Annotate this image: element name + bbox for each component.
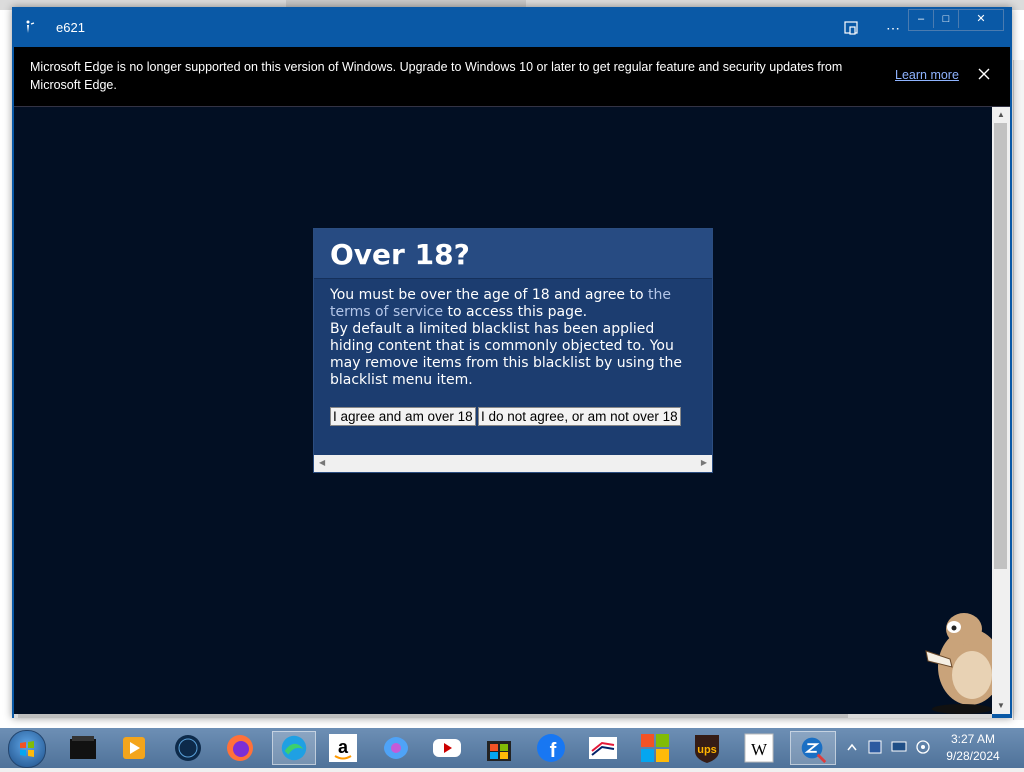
- taskbar: a f ups W 3:27 AM 9/28/2024: [0, 728, 1024, 768]
- start-button[interactable]: [8, 730, 46, 768]
- background-scrollbar: [1013, 60, 1024, 720]
- age-verification-dialog: Over 18? You must be over the age of 18 …: [313, 228, 713, 473]
- edge-icon[interactable]: [272, 731, 316, 765]
- maximize-button[interactable]: □: [934, 10, 959, 28]
- e621-app-icon[interactable]: [790, 731, 836, 765]
- firefox-icon[interactable]: [223, 731, 257, 765]
- web-page-content: Over 18? You must be over the age of 18 …: [14, 107, 992, 714]
- scroll-up-icon[interactable]: ▲: [997, 110, 1005, 119]
- infobar-message: Microsoft Edge is no longer supported on…: [30, 60, 843, 92]
- agree-button[interactable]: I agree and am over 18: [330, 407, 476, 426]
- mascot-reading-book-image: [925, 613, 992, 714]
- horizontal-scroll-thumb[interactable]: [18, 714, 848, 718]
- svg-text:f: f: [550, 740, 557, 762]
- cast-icon[interactable]: [842, 19, 860, 37]
- unsupported-os-infobar: Microsoft Edge is no longer supported on…: [14, 47, 1010, 107]
- facebook-icon[interactable]: f: [534, 731, 568, 765]
- clock[interactable]: 3:27 AM 9/28/2024: [928, 731, 1018, 765]
- svg-text:a: a: [338, 737, 349, 757]
- scroll-left-icon[interactable]: ◀: [319, 458, 325, 467]
- media-player-icon[interactable]: [117, 731, 151, 765]
- caption-buttons: – □ ✕: [908, 9, 1004, 31]
- globe-app-icon[interactable]: [171, 731, 205, 765]
- minimize-button[interactable]: –: [909, 10, 934, 28]
- dialog-title: Over 18?: [330, 238, 470, 271]
- clock-date: 9/28/2024: [946, 749, 1000, 763]
- bank-of-america-icon[interactable]: [586, 731, 620, 765]
- amazon-icon[interactable]: a: [326, 731, 360, 765]
- svg-text:W: W: [751, 740, 768, 759]
- terminal-app-icon[interactable]: [66, 731, 100, 765]
- scroll-down-icon[interactable]: ▼: [997, 701, 1005, 710]
- disagree-button[interactable]: I do not agree, or am not over 18: [478, 407, 681, 426]
- youtube-icon[interactable]: [430, 731, 464, 765]
- app-settings-icon[interactable]: [22, 19, 38, 35]
- ups-icon[interactable]: ups: [690, 731, 724, 765]
- show-hidden-icons-icon[interactable]: [846, 740, 858, 756]
- vertical-scroll-thumb[interactable]: [994, 123, 1007, 569]
- dialog-horizontal-scrollbar[interactable]: ◀ ▶: [314, 455, 712, 472]
- more-options-icon[interactable]: ⋯: [884, 19, 902, 37]
- horizontal-scrollbar[interactable]: [14, 714, 992, 718]
- windows-logo-icon: [20, 741, 34, 757]
- wikipedia-icon[interactable]: W: [742, 731, 776, 765]
- title-bar: e621 ⋯ – □ ✕: [12, 7, 1012, 47]
- vertical-scrollbar[interactable]: ▲ ▼: [992, 107, 1010, 714]
- clock-time: 3:27 AM: [950, 732, 996, 746]
- terms-text-after: to access this page.: [443, 304, 588, 320]
- scroll-right-icon[interactable]: ▶: [701, 458, 707, 467]
- copilot-icon[interactable]: [379, 731, 413, 765]
- monitor-icon[interactable]: [890, 738, 908, 756]
- store-bag-icon[interactable]: [482, 731, 516, 765]
- microsoft-icon[interactable]: [638, 731, 672, 765]
- dialog-header: Over 18?: [314, 229, 712, 279]
- learn-more-link[interactable]: Learn more: [895, 68, 959, 82]
- svg-text:ups: ups: [697, 744, 717, 756]
- blacklist-paragraph: By default a limited blacklist has been …: [330, 321, 683, 388]
- close-icon[interactable]: [976, 66, 992, 82]
- network-icon[interactable]: [866, 738, 884, 756]
- window-title: e621: [56, 20, 85, 35]
- dialog-body: You must be over the age of 18 and agree…: [330, 287, 698, 389]
- close-window-button[interactable]: ✕: [959, 10, 1003, 28]
- terms-text-before: You must be over the age of 18 and agree…: [330, 287, 648, 303]
- edge-app-window: e621 ⋯ – □ ✕ Microsoft Edge is no longer…: [12, 7, 1012, 718]
